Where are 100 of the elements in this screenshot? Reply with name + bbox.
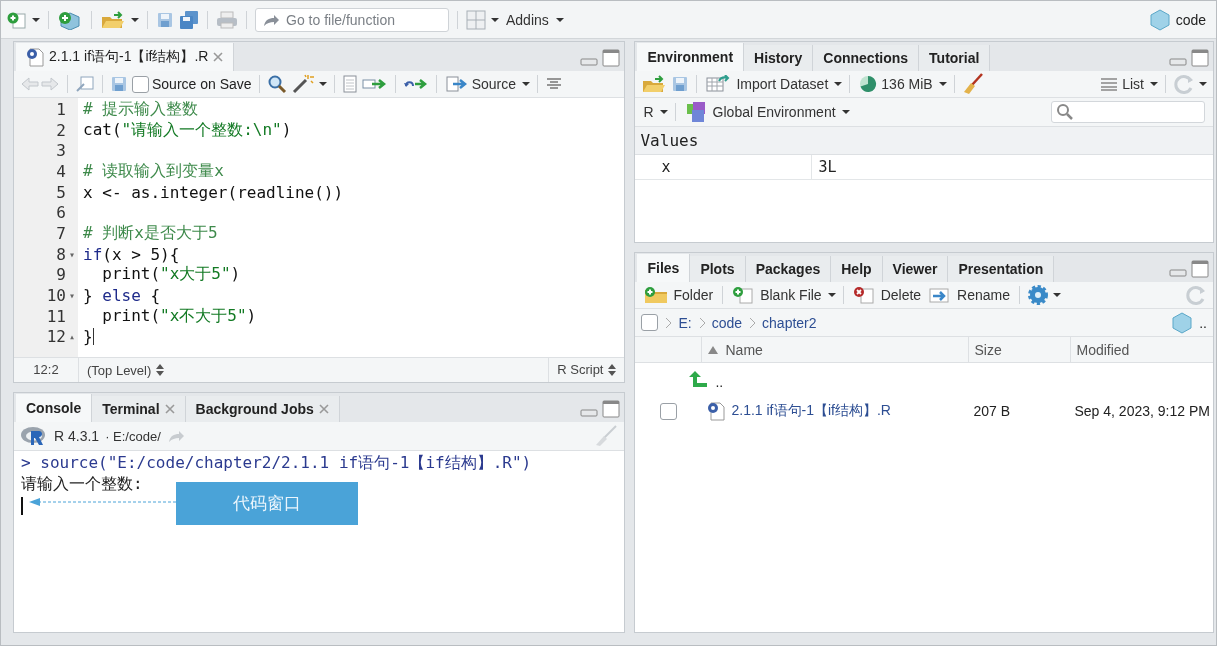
- import-dataset-button[interactable]: Import Dataset: [704, 75, 831, 93]
- caret-icon[interactable]: [491, 16, 499, 23]
- blank-file-button[interactable]: Blank File: [730, 286, 824, 304]
- chevron-icon: [748, 316, 757, 329]
- environment-menu[interactable]: Global Environment: [682, 101, 838, 123]
- tab[interactable]: Environment: [637, 43, 745, 71]
- maximize-icon[interactable]: [1191, 49, 1209, 67]
- code-line: # 提示输入整数: [83, 98, 199, 120]
- line-number: 3: [56, 141, 66, 161]
- file-size: 207 B: [972, 403, 1012, 419]
- source-button[interactable]: Source: [443, 75, 518, 93]
- breadcrumb-link[interactable]: E:: [678, 314, 692, 331]
- caret-icon[interactable]: [318, 81, 327, 87]
- tab[interactable]: History: [744, 45, 814, 71]
- caret-icon[interactable]: [131, 16, 139, 23]
- new-file-icon[interactable]: [7, 10, 27, 29]
- caret-icon[interactable]: [555, 16, 564, 23]
- caret-icon[interactable]: [1150, 81, 1158, 87]
- caret-icon[interactable]: [834, 81, 843, 87]
- tab[interactable]: Console: [16, 394, 93, 422]
- file-type-menu[interactable]: R Script: [548, 358, 625, 382]
- more-button[interactable]: ..: [1199, 314, 1207, 331]
- column-header[interactable]: Size: [968, 337, 1071, 362]
- caret-icon[interactable]: [827, 292, 836, 298]
- print-icon[interactable]: [216, 10, 238, 29]
- tab[interactable]: Help: [831, 256, 883, 282]
- tab[interactable]: Tutorial: [919, 45, 991, 71]
- project-icon[interactable]: [1171, 311, 1194, 334]
- save-all-icon[interactable]: [179, 9, 199, 30]
- search-field[interactable]: [1051, 101, 1205, 123]
- tab[interactable]: Background Jobs: [185, 396, 340, 422]
- fold-toggle[interactable]: ▴: [66, 331, 78, 343]
- save-icon[interactable]: [110, 75, 128, 93]
- rerun-icon[interactable]: [402, 77, 429, 91]
- section-header: Values: [635, 127, 1213, 155]
- breadcrumb-link[interactable]: chapter2: [762, 314, 817, 331]
- caret-icon[interactable]: [938, 81, 947, 87]
- project-name[interactable]: code: [1175, 11, 1206, 28]
- rename-button[interactable]: Rename: [927, 286, 1013, 304]
- code-line: # 读取输入到变量x: [83, 160, 224, 182]
- caret-icon[interactable]: [841, 109, 850, 115]
- addins-menu[interactable]: Addins: [504, 11, 551, 28]
- close-icon[interactable]: [164, 404, 175, 414]
- column-header[interactable]: Modified: [1070, 337, 1213, 362]
- minimize-icon[interactable]: [1169, 268, 1187, 278]
- caret-icon[interactable]: [659, 109, 668, 115]
- save-icon[interactable]: [671, 75, 690, 93]
- maximize-icon[interactable]: [1191, 260, 1209, 278]
- select-all-checkbox[interactable]: [641, 314, 659, 331]
- caret-icon[interactable]: [32, 16, 40, 23]
- run-icon[interactable]: [361, 77, 388, 91]
- view-mode-menu[interactable]: List: [1098, 76, 1146, 92]
- delete-button[interactable]: Delete: [850, 286, 924, 304]
- source-on-save-checkbox[interactable]: Source on Save: [132, 75, 252, 93]
- fold-toggle[interactable]: ▾: [66, 248, 78, 260]
- close-icon[interactable]: [213, 52, 224, 62]
- parent-folder-link[interactable]: ..: [715, 368, 724, 390]
- breadcrumb-link[interactable]: code: [711, 314, 743, 331]
- minimize-icon[interactable]: [1169, 57, 1187, 67]
- new-folder-button[interactable]: Folder: [641, 286, 716, 304]
- tab[interactable]: Packages: [745, 256, 832, 282]
- outline-icon[interactable]: [545, 77, 563, 91]
- close-icon[interactable]: [318, 404, 329, 414]
- memory-usage-button[interactable]: 136 MiB: [857, 75, 935, 93]
- column-header[interactable]: Name: [701, 337, 969, 362]
- code-line: x <- as.integer(readline()): [83, 182, 344, 202]
- tab[interactable]: Presentation: [948, 256, 1055, 282]
- console-line: 请输入一个整数:: [21, 474, 144, 495]
- caret-icon[interactable]: [522, 81, 530, 87]
- save-icon[interactable]: [156, 10, 174, 29]
- tab[interactable]: Files: [637, 254, 691, 282]
- maximize-icon[interactable]: [602, 49, 621, 67]
- open-folder-icon[interactable]: [100, 10, 126, 29]
- scope-menu[interactable]: (Top Level): [79, 362, 173, 378]
- up-arrow-icon[interactable]: [687, 370, 710, 388]
- callout-label: 代码窗口: [176, 482, 358, 525]
- file-link[interactable]: 2.1.1 if语句-1【if结构】.R: [731, 402, 891, 420]
- tab[interactable]: Plots: [690, 256, 746, 282]
- language-menu[interactable]: R: [641, 104, 656, 120]
- open-folder-icon[interactable]: [641, 75, 668, 93]
- source-icon: [445, 75, 468, 93]
- notebook-icon[interactable]: [341, 75, 358, 93]
- search-icon[interactable]: [266, 74, 287, 94]
- tab[interactable]: Connections: [813, 45, 920, 71]
- line-number: 6: [56, 203, 66, 223]
- console-cursor: [21, 497, 23, 515]
- broom-icon[interactable]: [961, 73, 984, 95]
- show-in-window-icon[interactable]: [75, 75, 95, 93]
- go-to-field[interactable]: Go to file/function: [255, 7, 449, 32]
- row-checkbox[interactable]: [660, 402, 677, 420]
- caret-icon[interactable]: [1199, 81, 1207, 87]
- new-project-icon[interactable]: [57, 9, 83, 30]
- wand-icon[interactable]: [290, 74, 315, 94]
- maximize-icon[interactable]: [602, 400, 621, 418]
- caret-icon[interactable]: [1053, 292, 1062, 298]
- fold-toggle[interactable]: ▾: [66, 290, 78, 302]
- line-number: 11: [46, 306, 66, 326]
- editor-tab[interactable]: 2.1.1 if语句-1【if结构】.R: [16, 43, 235, 71]
- tab[interactable]: Terminal: [92, 396, 186, 422]
- tab[interactable]: Viewer: [882, 256, 949, 282]
